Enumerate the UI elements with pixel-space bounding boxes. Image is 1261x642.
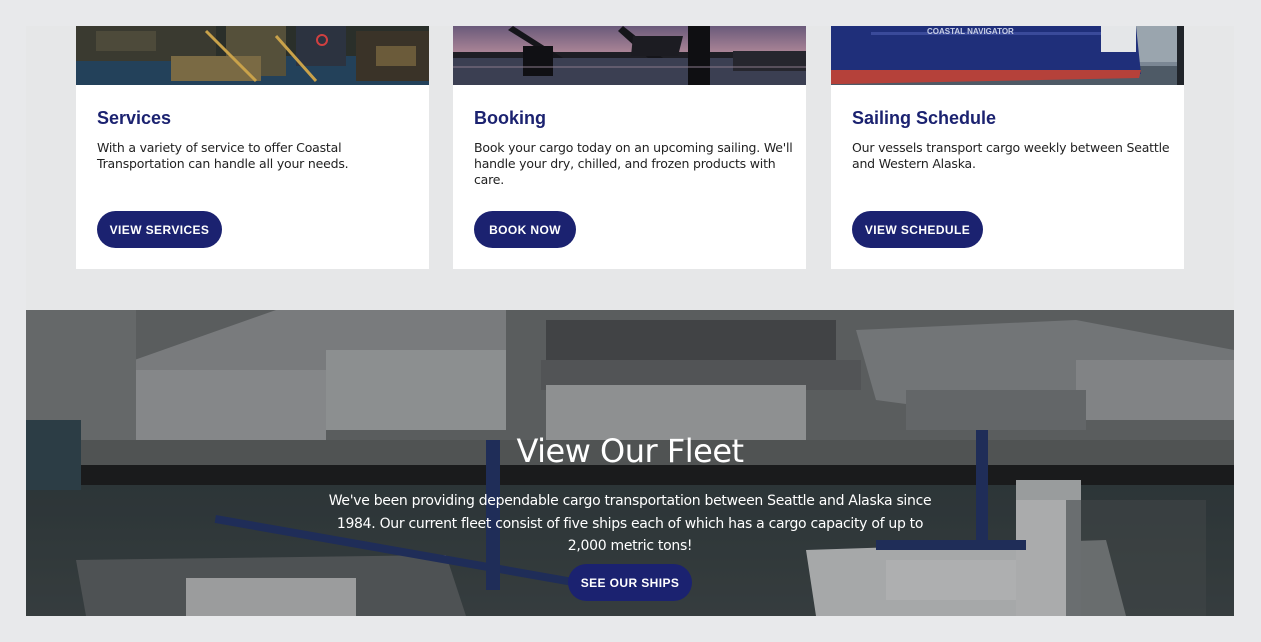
card-title: Booking bbox=[474, 108, 546, 128]
card-description: Our vessels transport cargo weekly betwe… bbox=[852, 140, 1170, 171]
services-card: Services With a variety of service to of… bbox=[76, 26, 429, 269]
card-title: Sailing Schedule bbox=[852, 108, 997, 128]
main-content: Services With a variety of service to of… bbox=[26, 26, 1234, 616]
card-description: Book your cargo today on an upcoming sai… bbox=[474, 140, 793, 187]
harbor-docks-photo bbox=[76, 26, 429, 85]
cargo-ship-photo: COASTAL NAVIGATOR bbox=[831, 26, 1184, 85]
bridge-sunset-photo bbox=[453, 26, 806, 85]
view-schedule-button[interactable]: VIEW SCHEDULE bbox=[852, 211, 983, 248]
fleet-title: View Our Fleet bbox=[516, 432, 744, 470]
fleet-section: View Our Fleet We've been providing depe… bbox=[26, 310, 1234, 616]
booking-card: Booking Book your cargo today on an upco… bbox=[453, 26, 806, 269]
card-description: With a variety of service to offer Coast… bbox=[97, 140, 349, 171]
ship-name-text: COASTAL NAVIGATOR bbox=[927, 27, 1014, 36]
sailing-schedule-card: COASTAL NAVIGATOR Sailing Schedule Our v… bbox=[831, 26, 1184, 269]
fleet-description: We've been providing dependable cargo tr… bbox=[328, 493, 932, 554]
see-our-ships-button[interactable]: SEE OUR SHIPS bbox=[568, 564, 692, 601]
book-now-button[interactable]: BOOK NOW bbox=[474, 211, 576, 248]
view-services-button[interactable]: VIEW SERVICES bbox=[97, 211, 222, 248]
card-title: Services bbox=[97, 108, 172, 128]
